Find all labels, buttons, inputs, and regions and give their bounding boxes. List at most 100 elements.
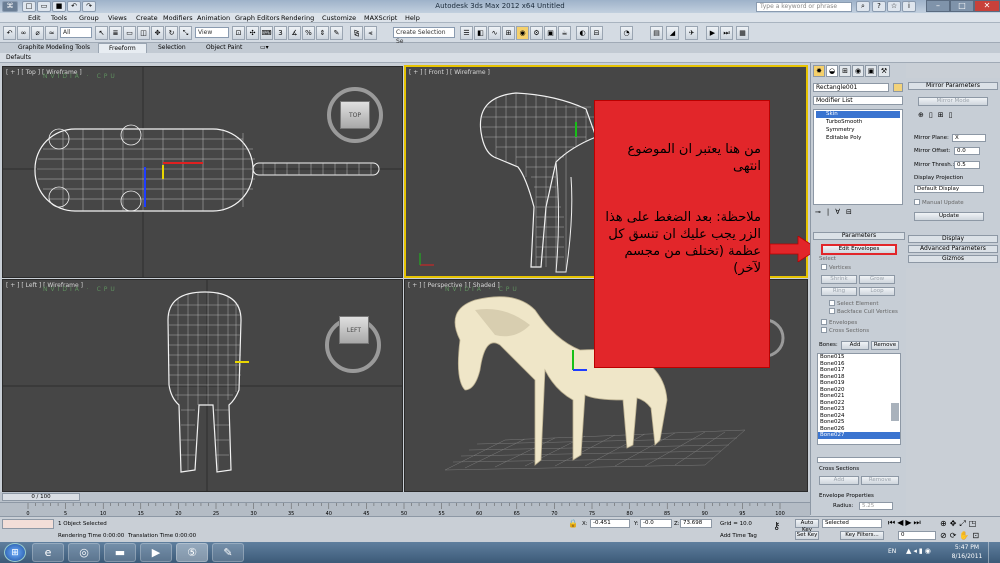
search-icon[interactable]: ⌕ <box>856 1 870 12</box>
loop-button[interactable]: Loop <box>859 287 895 296</box>
gizmos-rollout[interactable]: Gizmos <box>908 255 998 263</box>
ring-button[interactable]: Ring <box>821 287 857 296</box>
menu-tools[interactable]: Tools <box>51 14 67 22</box>
selection-set-dropdown[interactable]: Create Selection Se <box>393 27 455 45</box>
mirror-plane-dropdown[interactable]: X <box>952 134 986 142</box>
time-slider-thumb[interactable]: 0 / 100 <box>2 493 80 501</box>
cs-add-button[interactable]: Add <box>819 476 859 485</box>
parameters-rollout[interactable]: Parameters <box>813 232 905 240</box>
cross-section-field[interactable] <box>817 457 901 463</box>
modify-tab-icon[interactable]: ◒ <box>826 65 838 77</box>
language-indicator[interactable]: EN <box>888 548 896 555</box>
select-by-name-icon[interactable]: ≣ <box>109 26 122 40</box>
stack-controls-icon[interactable]: ⊸|∀⊟ <box>815 208 858 216</box>
update-button[interactable]: Update <box>914 212 984 221</box>
unlink-icon[interactable]: ⌀ <box>31 26 44 40</box>
hierarchy-tab-icon[interactable]: ⊞ <box>839 65 851 77</box>
close-button[interactable]: ✕ <box>974 0 1000 12</box>
pivot-icon[interactable]: ⊡ <box>232 26 245 40</box>
toolbar-icon-f[interactable]: ⏭ <box>720 26 733 40</box>
ribbon-options-icon[interactable]: ▭▾ <box>260 44 269 51</box>
paint-icon[interactable]: ✎ <box>212 543 244 562</box>
stack-item-editable-poly[interactable]: Editable Poly <box>816 135 861 141</box>
radius-field[interactable]: 5.25 <box>859 502 893 510</box>
stack-item-symmetry[interactable]: Symmetry <box>816 127 855 133</box>
align-icon[interactable]: ⫷ <box>364 26 377 40</box>
mirror-thresh-field[interactable]: 0.5 <box>954 161 980 169</box>
star-icon[interactable]: ☆ <box>887 1 901 12</box>
rect-selection-icon[interactable]: ▭ <box>123 26 136 40</box>
toolbar-icon-a[interactable]: ◔ <box>620 26 633 40</box>
curve-editor-icon[interactable]: ∿ <box>488 26 501 40</box>
menu-maxscript[interactable]: MAXScript <box>364 14 397 22</box>
utilities-tab-icon[interactable]: ⚒ <box>878 65 890 77</box>
window-crossing-icon[interactable]: ◫ <box>137 26 150 40</box>
show-desktop-button[interactable] <box>988 542 1000 563</box>
envelopes-checkbox[interactable]: Envelopes <box>821 319 857 326</box>
undo-toolbar-icon[interactable]: ↶ <box>3 26 16 40</box>
angle-snap-icon[interactable]: ∡ <box>288 26 301 40</box>
track-bar[interactable]: 0 5 10 15 20 25 30 35 40 45 50 55 60 65 70 75 80 85 90 95 10… <box>0 502 810 517</box>
clock-date[interactable]: 8/16/2011 <box>950 553 984 560</box>
menu-animation[interactable]: Animation <box>197 14 230 22</box>
menu-create[interactable]: Create <box>136 14 158 22</box>
tray-icons[interactable]: ▲◂▮◉ <box>906 547 933 555</box>
add-time-tag[interactable]: Add Time Tag <box>720 533 757 539</box>
bones-list[interactable]: Bone015 Bone016 Bone017 Bone018 Bone019 … <box>817 353 901 445</box>
mirror-parameters-rollout[interactable]: Mirror Parameters <box>908 82 998 90</box>
stack-item-skin[interactable]: Skin <box>816 111 900 118</box>
info-icon[interactable]: i <box>902 1 916 12</box>
mirror-tools-icon[interactable]: ⊕▯⊞▯ <box>918 111 957 119</box>
menu-help[interactable]: Help <box>405 14 420 22</box>
cross-sections-checkbox[interactable]: Cross Sections <box>821 327 869 334</box>
percent-snap-icon[interactable]: % <box>302 26 315 40</box>
key-icon[interactable]: ⚷ <box>773 521 780 532</box>
playback-controls-icon[interactable]: ⏮◀▶⏭ <box>888 518 923 528</box>
toolbar-icon-b[interactable]: ▤ <box>650 26 663 40</box>
key-mode-dropdown[interactable]: Selected <box>822 519 882 528</box>
mirror-offset-field[interactable]: 0.0 <box>954 147 980 155</box>
z-field[interactable]: 73.698 <box>680 519 712 528</box>
snaps-toggle-icon[interactable]: 3 <box>274 26 287 40</box>
link-icon[interactable]: ∞ <box>17 26 30 40</box>
set-key-button[interactable]: Set Key <box>795 531 819 540</box>
stack-item-turbosmooth[interactable]: TurboSmooth <box>816 119 862 125</box>
modifier-list-dropdown[interactable]: Modifier List <box>813 96 903 105</box>
maxscript-listener[interactable] <box>2 519 54 529</box>
vertices-checkbox[interactable]: Vertices <box>821 264 851 271</box>
cs-remove-button[interactable]: Remove <box>861 476 899 485</box>
rendered-frame-icon[interactable]: ▣ <box>544 26 557 40</box>
help-icon[interactable]: ? <box>872 1 886 12</box>
list-item-selected[interactable]: Bone027 <box>818 432 900 439</box>
select-object-icon[interactable]: ↖ <box>95 26 108 40</box>
spinner-snap-icon[interactable]: ⇕ <box>316 26 329 40</box>
tab-selection[interactable]: Selection <box>158 44 186 51</box>
advanced-parameters-rollout[interactable]: Advanced Parameters <box>908 245 998 253</box>
toolbar-icon-e[interactable]: ▶ <box>706 26 719 40</box>
object-name-field[interactable]: Rectangle001 <box>813 83 889 92</box>
menu-views[interactable]: Views <box>108 14 127 22</box>
clock-time[interactable]: 5:47 PM <box>952 544 982 551</box>
backface-checkbox[interactable]: Backface Cull Vertices <box>829 308 898 315</box>
bones-scrollbar[interactable] <box>891 403 899 421</box>
ref-coord-dropdown[interactable]: View <box>195 27 229 38</box>
keyboard-shortcut-icon[interactable]: ⌨ <box>260 26 273 40</box>
viewcube[interactable]: LEFT <box>339 316 369 344</box>
display-tab-icon[interactable]: ▣ <box>865 65 877 77</box>
minimize-button[interactable]: – <box>926 0 950 12</box>
menu-customize[interactable]: Customize <box>322 14 356 22</box>
named-selection-icon[interactable]: ✎ <box>330 26 343 40</box>
move-icon[interactable]: ✥ <box>151 26 164 40</box>
maximize-button[interactable]: □ <box>950 0 974 12</box>
shrink-button[interactable]: Shrink <box>821 275 857 284</box>
chrome-icon[interactable]: ◎ <box>68 543 100 562</box>
select-manipulate-icon[interactable]: ✣ <box>246 26 259 40</box>
viewcube[interactable]: TOP <box>340 101 370 129</box>
toolbar-icon-d[interactable]: ✈ <box>685 26 698 40</box>
render-icon[interactable]: ☕ <box>558 26 571 40</box>
schematic-view-icon[interactable]: ⊞ <box>502 26 515 40</box>
display-projection-dropdown[interactable]: Default Display <box>914 185 984 193</box>
start-button[interactable]: ⊞ <box>4 543 26 562</box>
grow-button[interactable]: Grow <box>859 275 895 284</box>
snapshot-icon[interactable]: ◐ <box>576 26 589 40</box>
